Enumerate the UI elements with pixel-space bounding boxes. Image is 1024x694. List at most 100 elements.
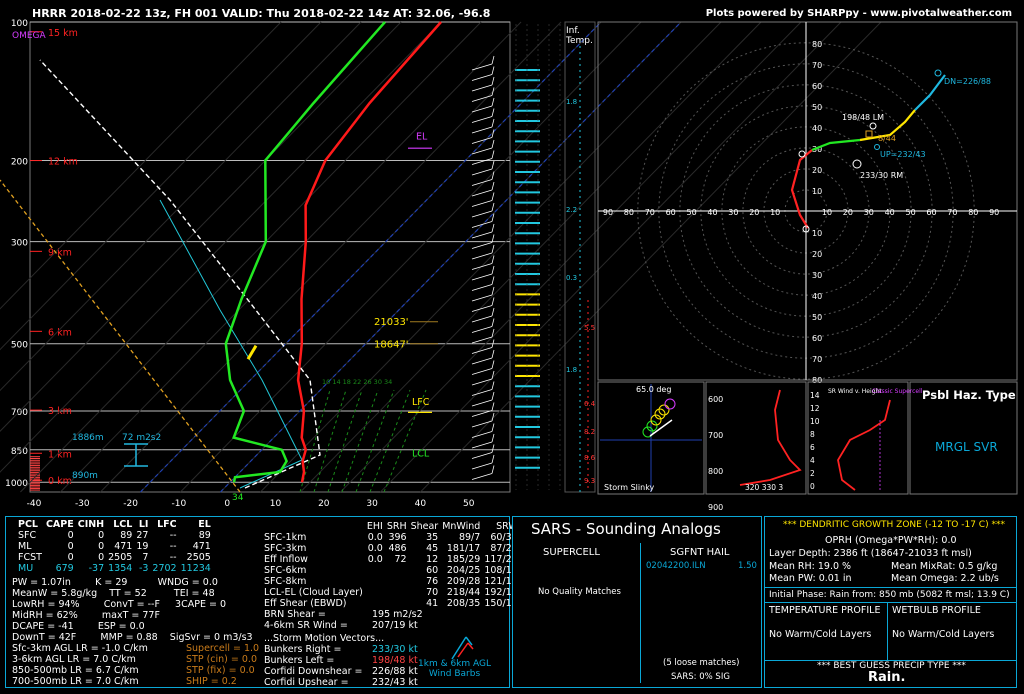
kin-row: Eff Shear (EBWD) 41 208/35 150/15 <box>264 598 518 609</box>
skewt-frame <box>29 21 511 493</box>
mixing-ratio-labels: 10 14 18 22 26 30 34 <box>322 378 392 386</box>
precip-type: Rain. <box>868 670 906 685</box>
hodo-x-tick: 40 <box>707 208 717 217</box>
psbl-haz-title: Psbl Haz. Type <box>922 388 1016 402</box>
parcel-row: MU 679 -37 1354 -3 2702 11234 <box>18 563 211 574</box>
parcel-header: PCL CAPE CINH LCL LI LFC EL <box>18 519 211 530</box>
theta-y-tick: 800 <box>708 467 723 476</box>
sr-wind-frame <box>807 381 909 495</box>
misc-row: MidRH = 62% maxT = 77F <box>12 610 160 621</box>
kin-row: LCL-EL (Cloud Layer) 70 218/44 192/17 <box>264 587 518 598</box>
hodograph-frame <box>597 21 1018 381</box>
kin-row: Eff Inflow 0.0 72 12 185/29 117/24 <box>264 554 518 565</box>
eff-depth-label: 1886m <box>72 433 104 443</box>
el-label: EL <box>416 131 428 142</box>
inf-temp-red-value: 9.3 <box>584 477 595 485</box>
misc-row: DCAPE = -41 ESP = 0.0 <box>12 621 145 632</box>
up-marker <box>874 144 880 150</box>
hodo-x-tick: 40 <box>885 208 895 217</box>
theta-x-ticks: 320 330 3 <box>745 483 783 492</box>
sr-wind-tick: 0 <box>810 482 815 491</box>
height-label: 12 km <box>48 157 78 168</box>
sr-wind-tick: 14 <box>810 391 820 400</box>
temp-tick: 10 <box>270 499 282 509</box>
mean-label: 8/44 <box>878 134 896 143</box>
dgz-panel: *** DENDRITIC GROWTH ZONE (-12 TO -17 C)… <box>764 516 1017 688</box>
dgz-segment <box>246 344 258 360</box>
hodo-ring-label: 60 <box>812 82 822 91</box>
wind-barbs <box>471 55 495 480</box>
dgz-temp-profile: TEMPERATURE PROFILE <box>769 605 881 616</box>
sr-wind-tick: 8 <box>810 430 815 439</box>
hodo-x-tick: 10 <box>770 208 780 217</box>
pressure-tick: 500 <box>11 341 28 351</box>
hodo-trace-9-12km <box>914 74 946 111</box>
lm-label: 198/48 LM <box>842 113 884 122</box>
dgz-mean-pw: Mean PW: 0.01 in <box>769 573 852 584</box>
barb-label: 1km & 6km AGL Wind Barbs <box>418 659 491 679</box>
hodo-ring-label: 20 <box>812 166 822 175</box>
lapse-row: 3-6km AGL LR = 7.0 C/km <box>12 654 136 665</box>
hodo-x-tick: 50 <box>906 208 916 217</box>
lapse-row: 850-500mb LR = 6.7 C/km <box>12 665 139 676</box>
up-label: UP=232/43 <box>880 150 926 159</box>
hodo-ring-label: 10 <box>812 229 822 238</box>
kinematics-table: EHI SRH Shear MnWind SRW SFC-1km 0.0 396 35 89/7 6… <box>264 521 522 609</box>
dgz-no-layers-wb: No Warm/Cold Layers <box>892 629 995 640</box>
slinky-title: Storm Slinky <box>604 483 655 492</box>
temp-tick: 20 <box>318 499 330 509</box>
inferred-temp-bars: 1.8 2.2 0.3 1.8 5.5 6.4 8.2 8.6 9.3 <box>515 24 596 492</box>
inf-temp-value: 1.8 <box>566 98 577 106</box>
hodo-ring-label: 60 <box>812 334 822 343</box>
lapse-row: Sfc-3km AGL LR = -1.0 C/km <box>12 643 148 654</box>
dgz-bot-label: 18647' <box>374 340 409 351</box>
lfc-label: LFC <box>412 397 430 408</box>
hodo-x-tick: 60 <box>666 208 676 217</box>
height-label: 15 km <box>48 28 78 39</box>
sr-wind-tick: 10 <box>810 417 820 426</box>
parcel-row: ML 0 0 471 19 -- 471 <box>18 541 211 552</box>
inf-temp-red-value: 8.2 <box>584 428 595 436</box>
parcel-row: SFC 0 0 89 27 -- 89 <box>18 530 211 541</box>
lcl-label: LCL <box>412 449 430 460</box>
kin-row: SFC-3km 0.0 486 45 181/17 87/24 <box>264 543 518 554</box>
temp-tick: -10 <box>172 499 187 509</box>
hodograph: 10 10 20 20 30 30 40 40 50 50 60 60 70 70 80 80 90 80 70 60… <box>598 22 1017 385</box>
misc-row: MeanW = 5.8g/kg TT = 52 TEI = 48 <box>12 588 215 599</box>
dgz-top-label: 21033' <box>374 317 409 328</box>
inf-temp-red-value: 5.5 <box>584 324 595 332</box>
sars-panel: SARS - Sounding Analogs SUPERCELL SGFNT … <box>512 516 762 688</box>
hodo-x-tick: 90 <box>603 208 613 217</box>
sr-wind-tick: 12 <box>810 404 820 413</box>
hodo-x-tick: 90 <box>989 208 999 217</box>
theta-y-tick: 900 <box>708 503 723 512</box>
dgz-initial: Initial Phase: Rain from: 850 mb (5082 f… <box>769 590 1010 600</box>
hodo-x-tick: 80 <box>624 208 634 217</box>
inf-temp-value: 0.3 <box>566 274 577 282</box>
sr-wind-tick: 6 <box>810 443 815 452</box>
temperature-profile <box>296 21 442 483</box>
kin-row: SFC-6km 60 204/25 108/14 <box>264 565 518 576</box>
hodo-ring-label: 70 <box>812 355 822 364</box>
composite-row: STP (fix) = 0.0 <box>186 665 255 676</box>
rm-label: 233/30 RM <box>860 171 903 180</box>
hodo-x-tick: 30 <box>728 208 738 217</box>
motion-row: Bunkers Right = 233/30 kt <box>264 644 418 655</box>
hodo-ring-label: 50 <box>812 313 822 322</box>
dgz-mean-mix: Mean MixRat: 0.5 g/kg <box>891 561 998 572</box>
dn-label: DN=226/88 <box>944 77 991 86</box>
inf-temp-value: 2.2 <box>566 206 577 214</box>
inf-temp-red-value: 8.6 <box>584 454 596 462</box>
temp-tick: -30 <box>75 499 90 509</box>
theta-y-tick: 700 <box>708 431 723 440</box>
hodo-x-tick: 60 <box>926 208 936 217</box>
dn-marker <box>934 69 942 77</box>
hodo-x-tick: 20 <box>843 208 853 217</box>
small-panels: 65.0 deg Storm Slinky 600 700 800 900 320 330 … <box>600 384 923 512</box>
sars-supercell-heading: SUPERCELL <box>543 547 600 558</box>
hodo-ring-label: 40 <box>812 292 822 301</box>
hodo-ring-label: 80 <box>812 40 822 49</box>
theta-profile <box>739 389 802 486</box>
inf-temp-red-value: 6.4 <box>584 400 596 408</box>
supercell-class: Classic Supercell <box>872 388 923 395</box>
